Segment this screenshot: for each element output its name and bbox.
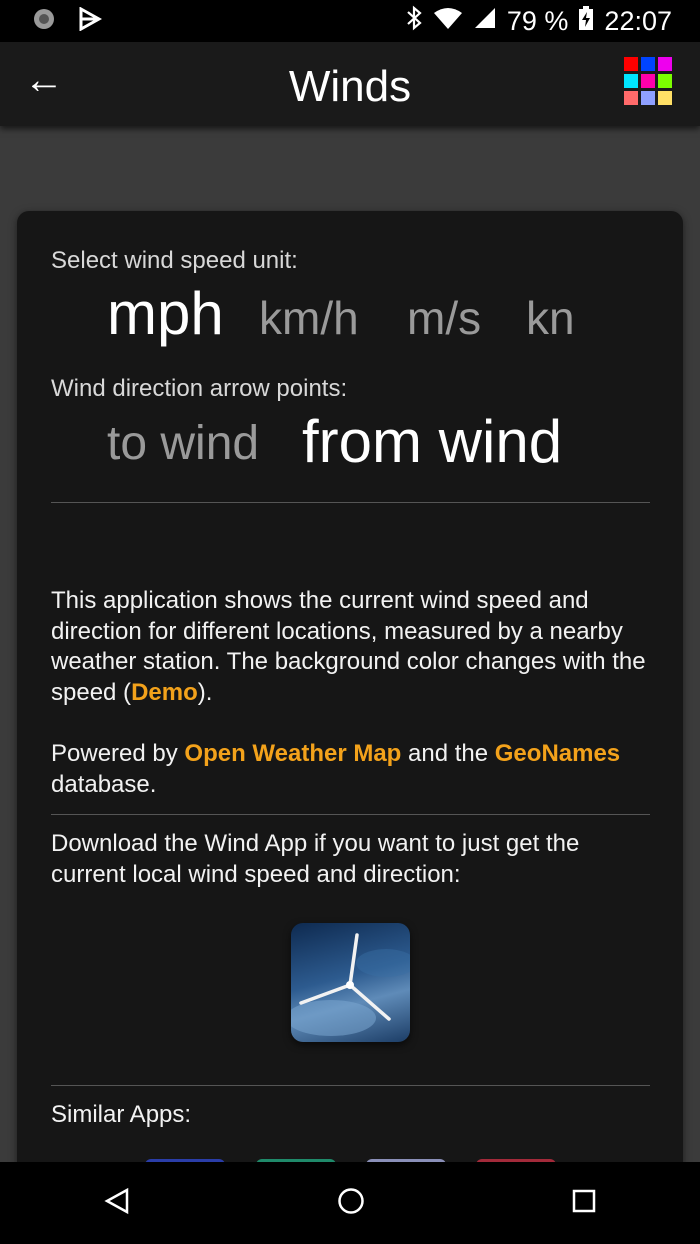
app-grid-cell [624, 74, 638, 88]
speed-unit-label: Select wind speed unit: [51, 247, 298, 274]
page-title: Winds [288, 62, 412, 111]
powered-by-mid-text: and the [401, 740, 495, 767]
status-bar: 79 % 22:07 [0, 0, 700, 42]
unit-option-mph[interactable]: mph [107, 279, 224, 348]
about-paragraph: This application shows the current wind … [51, 586, 651, 708]
open-weather-map-link[interactable]: Open Weather Map [184, 740, 401, 767]
unit-option-kn[interactable]: kn [526, 291, 575, 345]
apps-grid-icon[interactable] [624, 57, 672, 105]
divider [51, 502, 650, 503]
battery-percent: 79 % [506, 5, 569, 36]
app-grid-cell [658, 74, 672, 88]
app-grid-cell [658, 91, 672, 105]
divider [51, 1085, 650, 1086]
direction-option-from-wind[interactable]: from wind [302, 407, 562, 476]
app-grid-cell [641, 57, 655, 71]
direction-option-to-wind[interactable]: to wind [107, 416, 259, 471]
geonames-link[interactable]: GeoNames [495, 740, 620, 767]
battery-charging-icon [578, 5, 594, 38]
nav-recents-icon[interactable] [571, 1188, 597, 1219]
app-bar: ← Winds [0, 42, 700, 126]
unit-option-ms[interactable]: m/s [407, 291, 481, 345]
app-grid-cell [624, 57, 638, 71]
arrow-direction-label: Wind direction arrow points: [51, 375, 348, 402]
wind-app-icon[interactable] [291, 923, 410, 1042]
divider [51, 814, 650, 815]
signal-icon [473, 6, 497, 37]
about-text-end: ). [197, 678, 213, 706]
nav-back-icon[interactable] [103, 1187, 131, 1220]
demo-link[interactable]: Demo [131, 679, 198, 706]
settings-card: Select wind speed unit: mph km/h m/s kn … [17, 211, 683, 1211]
app-grid-cell [658, 57, 672, 71]
similar-apps-label: Similar Apps: [51, 1101, 192, 1128]
app-grid-cell [641, 91, 655, 105]
app-grid-cell [641, 74, 655, 88]
unit-option-kmh[interactable]: km/h [259, 291, 359, 345]
powered-by-text: Powered by [51, 740, 185, 767]
powered-by-end-text: database. [51, 770, 157, 798]
play-store-icon [78, 5, 103, 36]
powered-by-paragraph: Powered by Open Weather Map and the GeoN… [51, 739, 651, 800]
nav-home-icon[interactable] [336, 1186, 366, 1221]
download-text: Download the Wind App if you want to jus… [51, 830, 580, 888]
wifi-icon [433, 6, 463, 37]
clock: 22:07 [604, 5, 672, 36]
sync-icon [32, 7, 56, 36]
bluetooth-icon [405, 5, 423, 38]
app-grid-cell [624, 91, 638, 105]
navigation-bar [0, 1162, 700, 1244]
wind-turbine-icon [291, 933, 410, 1036]
